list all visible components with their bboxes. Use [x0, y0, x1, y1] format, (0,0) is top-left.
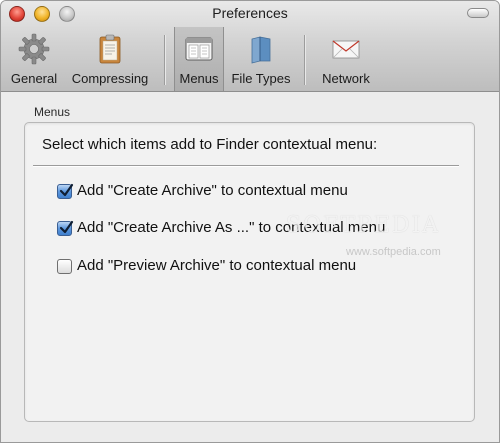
option-preview-archive-label: Add "Preview Archive" to contextual menu [77, 257, 357, 274]
menus-group-label: Menus [34, 105, 71, 119]
checkbox-preview-archive[interactable] [57, 259, 72, 274]
toolbar-item-compressing[interactable]: Compressing [67, 27, 153, 91]
toolbar-item-general-label: General [10, 71, 58, 86]
checkmark-icon [59, 183, 74, 197]
menus-heading: Select which items add to Finder context… [42, 136, 378, 153]
toolbar-item-menus[interactable]: Menus [174, 27, 224, 91]
toolbar-item-compressing-label: Compressing [71, 71, 149, 86]
toolbar-item-file-types[interactable]: File Types [227, 27, 295, 91]
checkbox-create-archive-as[interactable] [57, 220, 74, 236]
preferences-window: Preferences General Compressing Menus Fi… [0, 0, 500, 443]
menu-window-icon [185, 37, 213, 61]
clipboard-icon [99, 34, 121, 64]
toolbar-item-general[interactable]: General [5, 27, 63, 91]
envelope-icon [332, 40, 360, 59]
toolbar-toggle-button[interactable] [467, 8, 489, 18]
toolbar-item-network[interactable]: Network [314, 27, 378, 91]
checkbox-create-archive[interactable] [57, 183, 74, 199]
divider [33, 165, 459, 167]
folder-icon [251, 36, 271, 64]
titlebar: Preferences General Compressing Menus Fi… [1, 1, 499, 92]
watermark: SOFTPEDIA [286, 213, 441, 238]
toolbar-separator [164, 35, 166, 85]
gear-icon [18, 33, 50, 65]
option-create-archive-label: Add "Create Archive" to contextual menu [77, 182, 348, 199]
checkmark-icon [59, 220, 74, 234]
window-title: Preferences [212, 5, 288, 21]
toolbar-item-network-label: Network [322, 71, 370, 86]
menus-group-box: Select which items add to Finder context… [24, 122, 475, 422]
toolbar-item-file-types-label: File Types [231, 71, 291, 86]
toolbar-item-menus-label: Menus [179, 71, 219, 86]
watermark-url: www.softpedia.com [346, 246, 441, 258]
toolbar-separator [304, 35, 306, 85]
